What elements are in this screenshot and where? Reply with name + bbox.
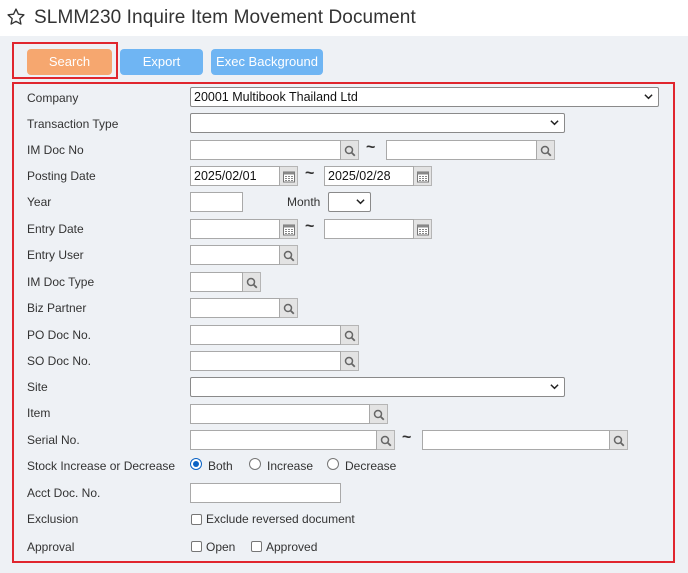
entry-date-from-calendar-button[interactable] <box>280 219 298 239</box>
im-doc-no-from-input[interactable] <box>190 140 341 160</box>
posting-date-to-input[interactable]: 2025/02/28 <box>324 166 414 186</box>
entry-date-to-calendar-button[interactable] <box>414 219 432 239</box>
serial-no-from-lookup[interactable] <box>377 430 395 450</box>
star-outline-icon[interactable] <box>6 7 26 27</box>
approval-label: Approval <box>27 540 75 554</box>
company-value: 20001 Multibook Thailand Ltd <box>194 90 358 104</box>
serial-no-to-input[interactable] <box>422 430 610 450</box>
transaction-type-select[interactable] <box>190 113 565 133</box>
serial-no-label: Serial No. <box>27 433 80 447</box>
stock-increase-label: Increase <box>267 459 314 473</box>
magnifier-icon <box>344 356 356 368</box>
po-doc-no-label: PO Doc No. <box>27 328 92 342</box>
exec-background-button[interactable]: Exec Background <box>211 49 323 75</box>
entry-user-lookup[interactable] <box>280 245 298 265</box>
im-doc-no-to-input[interactable] <box>386 140 537 160</box>
posting-date-from-calendar-button[interactable] <box>280 166 298 186</box>
im-doc-no-label: IM Doc No <box>27 143 84 157</box>
im-doc-type-input[interactable] <box>190 272 243 292</box>
calendar-icon <box>417 171 429 183</box>
magnifier-icon <box>344 145 356 157</box>
magnifier-icon <box>246 277 258 289</box>
po-doc-no-lookup[interactable] <box>341 325 359 345</box>
stock-both-label: Both <box>208 459 233 473</box>
search-button[interactable]: Search <box>27 49 112 75</box>
magnifier-icon <box>613 435 625 447</box>
company-label: Company <box>27 91 79 105</box>
year-input[interactable] <box>190 192 243 212</box>
magnifier-icon <box>344 330 356 342</box>
posting-date-label: Posting Date <box>27 169 96 183</box>
magnifier-icon <box>283 250 295 262</box>
stock-inc-dec-label: Stock Increase or Decrease <box>27 459 176 473</box>
stock-increase-radio[interactable] <box>249 458 261 470</box>
magnifier-icon <box>373 409 385 421</box>
year-label: Year <box>27 195 52 209</box>
range-separator: ~ <box>305 218 315 235</box>
entry-date-from-input[interactable] <box>190 219 280 239</box>
exclude-reversed-checkbox[interactable] <box>191 514 202 525</box>
im-doc-type-label: IM Doc Type <box>27 275 95 289</box>
entry-date-label: Entry Date <box>27 222 84 236</box>
biz-partner-input[interactable] <box>190 298 280 318</box>
chevron-down-icon <box>644 94 653 100</box>
range-separator: ~ <box>366 139 376 156</box>
posting-date-from-input[interactable]: 2025/02/01 <box>190 166 280 186</box>
range-separator: ~ <box>305 165 315 182</box>
serial-no-from-input[interactable] <box>190 430 377 450</box>
magnifier-icon <box>540 145 552 157</box>
approval-approved-checkbox[interactable] <box>251 541 262 552</box>
calendar-icon <box>417 224 429 236</box>
im-doc-no-from-lookup[interactable] <box>341 140 359 160</box>
chevron-down-icon <box>550 120 559 126</box>
title-bar: SLMM230 Inquire Item Movement Document <box>0 0 688 34</box>
stock-both-radio[interactable] <box>190 458 202 470</box>
chevron-down-icon <box>550 384 559 390</box>
so-doc-no-label: SO Doc No. <box>27 354 92 368</box>
exclusion-label: Exclusion <box>27 512 79 526</box>
transaction-type-label: Transaction Type <box>27 117 119 131</box>
so-doc-no-input[interactable] <box>190 351 341 371</box>
site-label: Site <box>27 380 48 394</box>
im-doc-type-lookup[interactable] <box>243 272 261 292</box>
chevron-down-icon <box>356 199 365 205</box>
item-input[interactable] <box>190 404 370 424</box>
po-doc-no-input[interactable] <box>190 325 341 345</box>
month-label: Month <box>287 195 321 209</box>
export-button[interactable]: Export <box>120 49 203 75</box>
magnifier-icon <box>283 303 295 315</box>
item-label: Item <box>27 406 51 420</box>
page-title: SLMM230 Inquire Item Movement Document <box>34 7 416 28</box>
approval-open-checkbox[interactable] <box>191 541 202 552</box>
so-doc-no-lookup[interactable] <box>341 351 359 371</box>
exclude-reversed-label: Exclude reversed document <box>206 512 355 526</box>
magnifier-icon <box>380 435 392 447</box>
calendar-icon <box>283 171 295 183</box>
posting-date-to-calendar-button[interactable] <box>414 166 432 186</box>
month-select[interactable] <box>328 192 371 212</box>
entry-date-to-input[interactable] <box>324 219 414 239</box>
item-lookup[interactable] <box>370 404 388 424</box>
serial-no-to-lookup[interactable] <box>610 430 628 450</box>
im-doc-no-to-lookup[interactable] <box>537 140 555 160</box>
stock-decrease-radio[interactable] <box>327 458 339 470</box>
company-select[interactable]: 20001 Multibook Thailand Ltd <box>190 87 659 107</box>
range-separator: ~ <box>402 429 412 446</box>
acct-doc-no-label: Acct Doc. No. <box>27 486 101 500</box>
entry-user-label: Entry User <box>27 248 84 262</box>
approval-approved-label: Approved <box>266 540 318 554</box>
site-select[interactable] <box>190 377 565 397</box>
acct-doc-no-input[interactable] <box>190 483 341 503</box>
calendar-icon <box>283 224 295 236</box>
biz-partner-label: Biz Partner <box>27 301 87 315</box>
biz-partner-lookup[interactable] <box>280 298 298 318</box>
stock-decrease-label: Decrease <box>345 459 397 473</box>
entry-user-input[interactable] <box>190 245 280 265</box>
approval-open-label: Open <box>206 540 236 554</box>
